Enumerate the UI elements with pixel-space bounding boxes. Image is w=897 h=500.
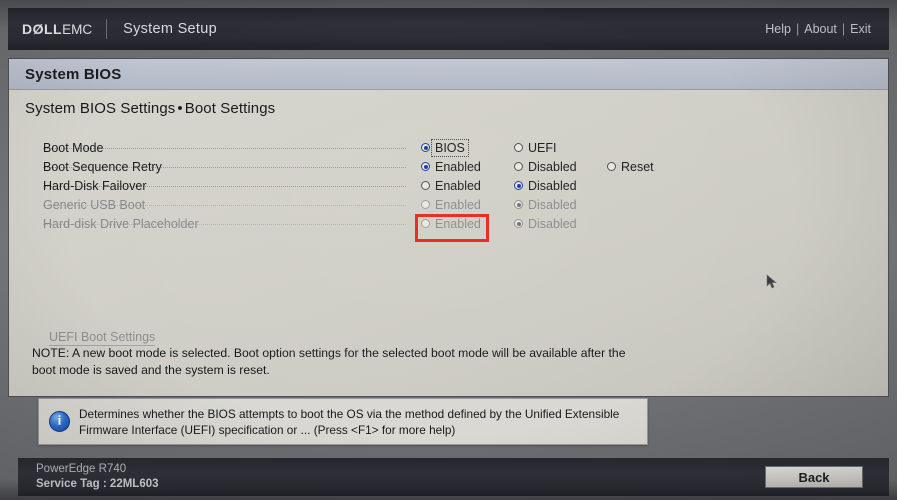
title-bar: DØLLEMC System Setup Help | About | Exit <box>8 8 889 50</box>
system-bios-panel: System BIOS System BIOS Settings • Boot Se… <box>8 58 889 397</box>
setting-label: Hard-Disk Failover <box>43 178 147 193</box>
radio-option[interactable]: UEFI <box>514 141 556 155</box>
radio-option-label: Enabled <box>435 178 481 193</box>
radio-option[interactable]: Disabled <box>514 179 577 193</box>
setting-label: Generic USB Boot <box>43 197 146 212</box>
link-separator-2: | <box>841 22 846 36</box>
radio-option[interactable]: Enabled <box>421 160 481 174</box>
link-separator-1: | <box>795 22 800 36</box>
radio-option[interactable]: Disabled <box>514 160 577 174</box>
setting-row[interactable]: Boot Sequence Retry Enabled Disabled Reset <box>9 157 888 176</box>
radio-option-label: BIOS <box>431 138 469 157</box>
radio-option-label: Disabled <box>528 178 577 193</box>
breadcrumb: System BIOS Settings • Boot Settings <box>25 100 275 117</box>
service-tag: Service Tag : 22ML603 <box>36 478 159 490</box>
system-model: PowerEdge R740 <box>36 463 127 475</box>
radio-option[interactable]: Reset <box>607 160 654 174</box>
emc-wordmark: EMC <box>62 22 93 37</box>
radio-option-label: Enabled <box>435 216 481 231</box>
uefi-boot-settings-link[interactable]: UEFI Boot Settings <box>49 330 156 346</box>
radio-option[interactable]: BIOS <box>421 138 469 157</box>
radio-button-icon <box>514 200 523 209</box>
radio-option-label: UEFI <box>528 140 557 155</box>
page-title: System BIOS <box>25 65 122 83</box>
radio-button-icon[interactable] <box>514 143 523 152</box>
dell-emc-logo: DØLLEMC <box>22 21 92 37</box>
bottom-status-bar: PowerEdge R740 Service Tag : 22ML603 Bac… <box>18 458 889 496</box>
radio-button-icon[interactable] <box>421 181 430 190</box>
setting-label: Hard-disk Drive Placeholder <box>43 216 199 231</box>
setting-label: Boot Sequence Retry <box>43 159 162 174</box>
setting-row: Hard-disk Drive Placeholder Enabled Disabl… <box>9 214 888 233</box>
dell-wordmark: DØLL <box>22 21 63 37</box>
app-title: System Setup <box>123 21 217 37</box>
radio-button-icon[interactable] <box>421 162 430 171</box>
setting-row: Generic USB Boot Enabled Disabled <box>9 195 888 214</box>
radio-button-icon[interactable] <box>421 143 430 152</box>
radio-option-label: Disabled <box>528 216 577 231</box>
radio-button-icon[interactable] <box>514 181 523 190</box>
radio-option-label: Disabled <box>528 159 577 174</box>
radio-option-label: Disabled <box>528 197 577 212</box>
radio-button-icon <box>514 219 523 228</box>
radio-option: Enabled <box>421 198 481 212</box>
radio-option-label: Enabled <box>435 197 481 212</box>
titlebar-divider <box>106 19 108 39</box>
panel-body: System BIOS Settings • Boot Settings Boot … <box>9 90 888 396</box>
setting-label: Boot Mode <box>43 140 104 155</box>
titlebar-links: Help | About | Exit <box>765 22 871 36</box>
radio-option-label: Enabled <box>435 159 481 174</box>
radio-option-label: Reset <box>621 159 654 174</box>
note-text: NOTE: A new boot mode is selected. Boot … <box>32 346 626 377</box>
help-info-box: Determines whether the BIOS attempts to … <box>38 398 648 445</box>
breadcrumb-current: Boot Settings <box>184 100 276 117</box>
breadcrumb-separator: • <box>177 100 183 117</box>
setting-row[interactable]: Hard-Disk Failover Enabled Disabled <box>9 176 888 195</box>
radio-option: Disabled <box>514 198 577 212</box>
radio-option: Disabled <box>514 217 577 231</box>
panel-header: System BIOS <box>9 59 888 90</box>
system-info: PowerEdge R740 Service Tag : 22ML603 <box>36 462 159 492</box>
help-text: Determines whether the BIOS attempts to … <box>79 406 620 437</box>
radio-option[interactable]: Enabled <box>421 179 481 193</box>
back-button[interactable]: Back <box>765 466 863 488</box>
radio-button-icon[interactable] <box>607 162 616 171</box>
radio-option: Enabled <box>421 217 481 231</box>
mouse-cursor-icon <box>766 274 777 289</box>
exit-link[interactable]: Exit <box>850 22 871 36</box>
breadcrumb-parent[interactable]: System BIOS Settings <box>25 100 175 117</box>
help-link[interactable]: Help <box>765 22 791 36</box>
boot-settings-list: Boot Mode BIOS UEFI Boot Sequence Retry Enab… <box>9 138 888 233</box>
radio-button-icon <box>421 200 430 209</box>
setting-row[interactable]: Boot Mode BIOS UEFI <box>9 138 888 157</box>
radio-button-icon[interactable] <box>514 162 523 171</box>
radio-button-icon <box>421 219 430 228</box>
info-icon <box>49 411 70 432</box>
about-link[interactable]: About <box>804 22 837 36</box>
